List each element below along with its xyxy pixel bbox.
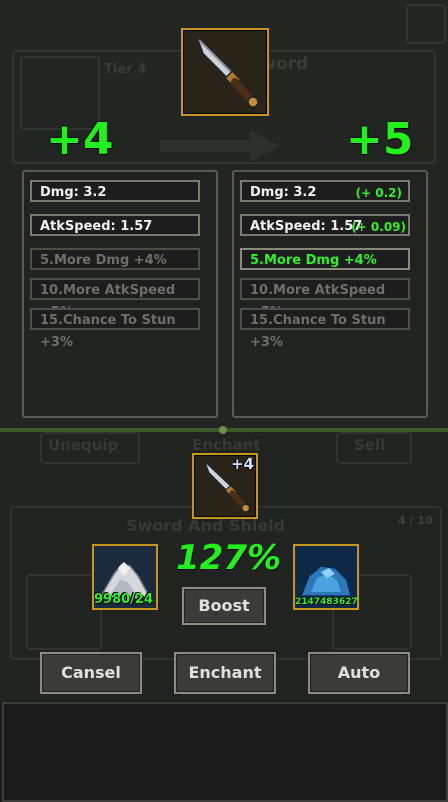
enchant-item-level-badge: +4 — [230, 455, 254, 473]
bg-slot — [26, 574, 102, 650]
cancel-button[interactable]: Cansel — [40, 652, 142, 694]
auto-button[interactable]: Auto — [308, 652, 410, 694]
bg-enchant-label: Enchant — [192, 436, 261, 454]
next-stat-atkspeed: AtkSpeed: 1.57 (+ 0.09) — [240, 214, 410, 236]
bottom-panel — [2, 702, 448, 802]
success-chance: 127% — [176, 538, 282, 578]
bg-unequip-label: Unequip — [48, 436, 119, 454]
material-slot-right[interactable]: 2147483627/6 — [293, 544, 359, 610]
divider-knob — [219, 426, 227, 434]
next-stat-perk-15: 15.Chance To Stun +3% — [240, 308, 410, 350]
current-level: +4 — [46, 114, 114, 165]
next-stat-perk-10: 10.More AtkSpeed +5% — [240, 278, 410, 320]
stat-label: 5.More Dmg +4% — [250, 253, 377, 268]
current-stat-dmg: Dmg: 3.2 — [30, 180, 200, 202]
stat-label: 15.Chance To Stun +3% — [250, 313, 386, 350]
stat-label: AtkSpeed: 1.57 — [40, 219, 153, 234]
current-stat-perk-10: 10.More AtkSpeed +5% — [30, 278, 200, 320]
arrow-right-icon — [160, 130, 280, 162]
current-stat-perk-5: 5.More Dmg +4% — [30, 248, 200, 270]
stat-label: 15.Chance To Stun +3% — [40, 313, 176, 350]
stat-increase: (+ 0.09) — [351, 220, 406, 234]
boost-button[interactable]: Boost — [182, 587, 266, 625]
stat-label: Dmg: 3.2 — [40, 185, 107, 200]
dagger-icon — [196, 37, 259, 108]
enchant-button[interactable]: Enchant — [174, 652, 276, 694]
current-stats-panel: Dmg: 3.2 AtkSpeed: 1.57 5.More Dmg +4% 1… — [22, 170, 218, 418]
next-level: +5 — [346, 114, 414, 165]
enchant-item-slot: +4 — [192, 453, 258, 519]
bg-close-button — [406, 4, 446, 44]
next-stat-perk-5: 5.More Dmg +4% — [240, 248, 410, 270]
bg-tier-text: Tier 4 — [104, 62, 147, 77]
next-stats-panel: Dmg: 3.2 (+ 0.2) AtkSpeed: 1.57 (+ 0.09) 5… — [232, 170, 428, 418]
material-right-count: 2147483627/6 — [295, 597, 357, 607]
material-left-count: 9980/24 — [94, 592, 154, 607]
stat-label: 5.More Dmg +4% — [40, 253, 167, 268]
bg-count: 4 / 10 — [398, 514, 433, 527]
stat-label: Dmg: 3.2 — [250, 185, 317, 200]
current-stat-perk-15: 15.Chance To Stun +3% — [30, 308, 200, 350]
next-stat-dmg: Dmg: 3.2 (+ 0.2) — [240, 180, 410, 202]
current-stat-atkspeed: AtkSpeed: 1.57 — [30, 214, 200, 236]
bg-sell-label: Sell — [354, 436, 386, 454]
item-slot — [181, 28, 269, 116]
stat-increase: (+ 0.2) — [355, 186, 402, 200]
stat-label: AtkSpeed: 1.57 — [250, 219, 363, 234]
material-slot-left[interactable]: 9980/24 — [92, 544, 158, 610]
